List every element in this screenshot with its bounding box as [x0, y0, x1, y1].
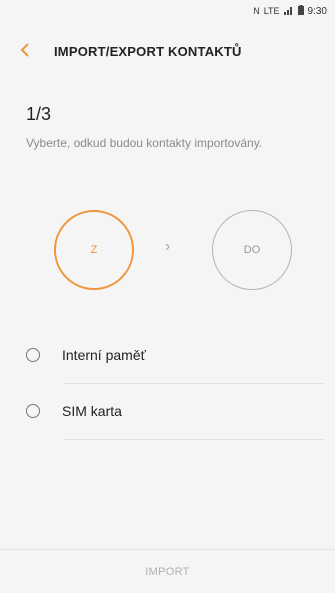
step-counter: 1/3 — [26, 104, 52, 124]
divider — [64, 439, 325, 440]
clock: 9:30 — [307, 5, 327, 17]
destination-label: DO — [243, 244, 261, 256]
source-circle: Z — [54, 210, 134, 290]
network-type: LTE — [263, 6, 280, 16]
source-label: Z — [90, 244, 98, 256]
radio-button[interactable] — [26, 404, 40, 418]
step-description: Vyberte, odkud budou kontakty importován… — [26, 136, 263, 150]
radio-button[interactable] — [26, 348, 40, 362]
import-label: IMPORT — [145, 565, 190, 578]
option-internal-memory[interactable]: Interní paměť — [26, 335, 325, 375]
arrow-right-icon: › — [165, 238, 171, 255]
destination-circle: DO — [212, 210, 292, 290]
option-sim-card[interactable]: SIM karta — [26, 391, 325, 431]
page-title: IMPORT/EXPORT KONTAKTŮ — [54, 43, 242, 59]
battery-icon — [297, 5, 304, 17]
import-button[interactable]: IMPORT — [0, 549, 335, 593]
back-button[interactable] — [20, 41, 54, 61]
chevron-left-icon — [20, 43, 29, 57]
status-bar: N LTE 9:30 — [0, 0, 335, 22]
signal-icon — [283, 6, 294, 17]
divider — [64, 383, 325, 384]
option-label: Interní paměť — [62, 347, 146, 363]
option-label: SIM karta — [62, 403, 122, 419]
app-header: IMPORT/EXPORT KONTAKTŮ — [20, 38, 325, 64]
nfc-icon: N — [253, 6, 260, 16]
